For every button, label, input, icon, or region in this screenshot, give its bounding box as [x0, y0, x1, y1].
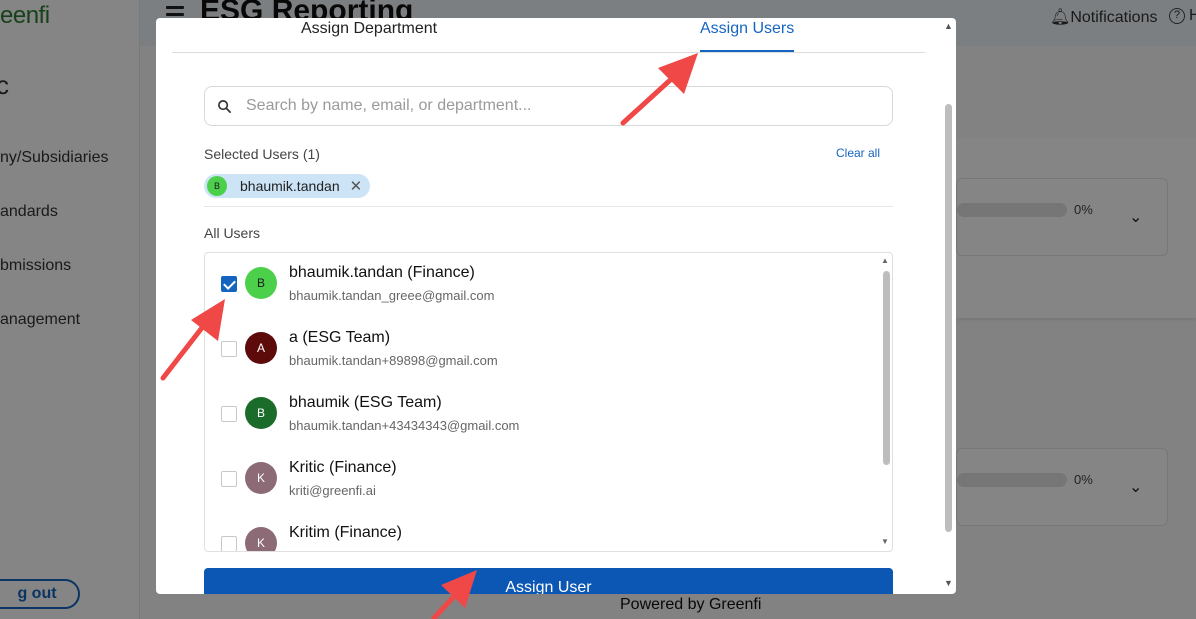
user-list: B bhaumik.tandan (Finance) bhaumik.tanda…: [204, 252, 893, 552]
scrollbar-thumb[interactable]: [883, 271, 890, 465]
avatar: B: [245, 397, 277, 429]
avatar: A: [245, 332, 277, 364]
avatar: K: [245, 527, 277, 551]
avatar: B: [245, 267, 277, 299]
search-input[interactable]: [246, 97, 866, 115]
tab-bar: Assign Department Assign Users: [172, 18, 925, 53]
user-name: bhaumik (ESG Team): [289, 394, 442, 411]
divider: [204, 206, 893, 207]
assign-user-button[interactable]: Assign User: [204, 568, 893, 594]
clear-all-link[interactable]: Clear all: [836, 146, 880, 160]
selected-users-label: Selected Users (1): [204, 146, 320, 162]
user-email: bhaumik.tandan+89898@gmail.com: [289, 353, 498, 368]
tab-assign-department[interactable]: Assign Department: [301, 18, 437, 52]
chip-label: bhaumik.tandan: [240, 178, 340, 194]
list-item[interactable]: B bhaumik.tandan (Finance) bhaumik.tanda…: [205, 253, 875, 310]
modal-scrollbar[interactable]: ▲ ▼: [941, 18, 956, 594]
user-email: bhaumik.tandan_greee@gmail.com: [289, 288, 495, 303]
all-users-label: All Users: [204, 225, 261, 241]
user-checkbox[interactable]: [221, 276, 237, 292]
user-name: Kritim (Finance): [289, 524, 402, 541]
search-icon: [218, 99, 231, 113]
user-checkbox[interactable]: [221, 341, 237, 357]
list-item[interactable]: K Kritim (Finance): [205, 505, 875, 551]
user-name: bhaumik.tandan (Finance): [289, 264, 475, 281]
assign-modal: Assign Department Assign Users Selected …: [156, 18, 956, 594]
scroll-down-icon[interactable]: ▼: [944, 578, 953, 588]
user-checkbox[interactable]: [221, 471, 237, 487]
user-checkbox[interactable]: [221, 406, 237, 422]
tab-assign-users[interactable]: Assign Users: [700, 18, 795, 52]
scrollbar-thumb[interactable]: [945, 104, 952, 532]
list-item[interactable]: B bhaumik (ESG Team) bhaumik.tandan+4343…: [205, 375, 875, 440]
list-item[interactable]: A a (ESG Team) bhaumik.tandan+89898@gmai…: [205, 310, 875, 375]
search-box[interactable]: [204, 86, 893, 126]
scroll-up-icon[interactable]: ▲: [881, 256, 889, 265]
user-name: a (ESG Team): [289, 329, 391, 346]
selected-user-chip: B bhaumik.tandan ✕: [204, 174, 371, 198]
user-email: bhaumik.tandan+43434343@gmail.com: [289, 418, 520, 433]
scroll-up-icon[interactable]: ▲: [944, 21, 953, 31]
list-scrollbar[interactable]: ▲ ▼: [879, 253, 892, 551]
avatar: K: [245, 462, 277, 494]
close-icon[interactable]: ✕: [350, 177, 363, 195]
user-checkbox[interactable]: [221, 536, 237, 551]
avatar: B: [207, 176, 227, 196]
user-name: Kritic (Finance): [289, 459, 397, 476]
list-item[interactable]: K Kritic (Finance) kriti@greenfi.ai: [205, 440, 875, 505]
scroll-down-icon[interactable]: ▼: [881, 537, 889, 546]
user-email: kriti@greenfi.ai: [289, 483, 376, 498]
